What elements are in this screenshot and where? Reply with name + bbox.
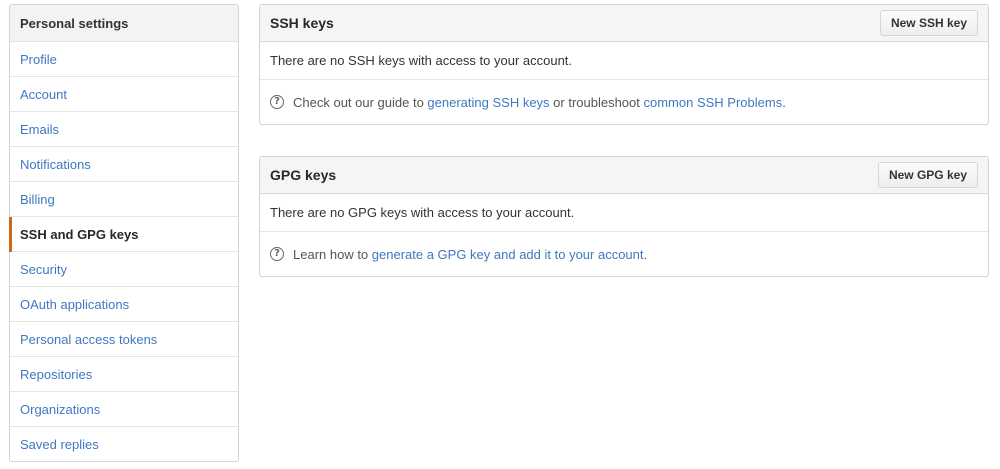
generating-ssh-keys-link[interactable]: generating SSH keys: [427, 95, 549, 110]
ssh-keys-help: ? Check out our guide to generating SSH …: [260, 80, 988, 124]
gpg-keys-empty-message: There are no GPG keys with access to you…: [260, 194, 988, 232]
sidebar-header: Personal settings: [10, 5, 238, 42]
sidebar-item-personal-access-tokens[interactable]: Personal access tokens: [10, 322, 238, 357]
ssh-help-suffix: .: [782, 94, 786, 110]
ssh-keys-title: SSH keys: [270, 15, 334, 31]
gpg-help-suffix: .: [643, 246, 648, 262]
generate-gpg-key-link[interactable]: generate a GPG key and add it to your ac…: [372, 247, 644, 262]
sidebar-item-notifications[interactable]: Notifications: [10, 147, 238, 182]
gpg-keys-title: GPG keys: [270, 167, 337, 183]
new-gpg-key-button[interactable]: New GPG key: [877, 162, 978, 188]
common-ssh-problems-link[interactable]: common SSH Problems: [644, 95, 783, 110]
new-ssh-key-button[interactable]: New SSH key: [879, 10, 978, 36]
sidebar-item-oauth-applications[interactable]: OAuth applications: [10, 287, 238, 322]
sidebar-item-organizations[interactable]: Organizations: [10, 392, 238, 427]
sidebar-item-account[interactable]: Account: [10, 77, 238, 112]
sidebar-item-saved-replies[interactable]: Saved replies: [10, 427, 238, 461]
gpg-keys-header: GPG keys New GPG key: [260, 157, 988, 194]
ssh-keys-panel: SSH keys New SSH key There are no SSH ke…: [259, 4, 989, 125]
sidebar-item-emails[interactable]: Emails: [10, 112, 238, 147]
sidebar-item-billing[interactable]: Billing: [10, 182, 238, 217]
gpg-keys-help: ? Learn how to generate a GPG key and ad…: [260, 232, 988, 276]
sidebar-item-security[interactable]: Security: [10, 252, 238, 287]
gpg-keys-panel: GPG keys New GPG key There are no GPG ke…: [259, 156, 989, 277]
sidebar-item-profile[interactable]: Profile: [10, 42, 238, 77]
ssh-help-prefix: Check out our guide to: [293, 94, 428, 110]
ssh-keys-empty-message: There are no SSH keys with access to you…: [260, 42, 988, 80]
settings-sidebar: Personal settings Profile Account Emails…: [9, 4, 239, 462]
sidebar-item-ssh-gpg-keys[interactable]: SSH and GPG keys: [9, 217, 238, 252]
gpg-help-prefix: Learn how to: [293, 246, 372, 262]
ssh-keys-header: SSH keys New SSH key: [260, 5, 988, 42]
sidebar-item-repositories[interactable]: Repositories: [10, 357, 238, 392]
question-circle-icon: ?: [270, 95, 284, 109]
ssh-help-middle: or troubleshoot: [549, 94, 644, 110]
question-circle-icon: ?: [270, 247, 284, 261]
